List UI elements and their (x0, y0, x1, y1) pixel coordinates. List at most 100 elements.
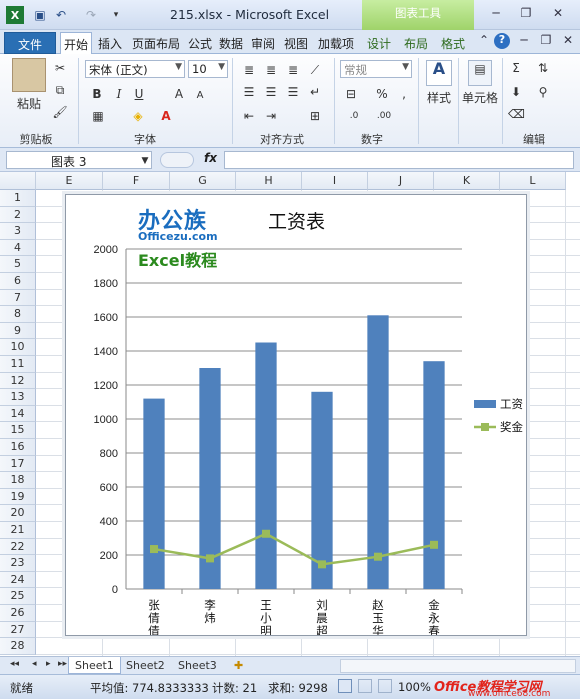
comma-button[interactable]: , (398, 86, 410, 102)
tab-formulas[interactable]: 公式 (186, 32, 214, 54)
row-header-17[interactable]: 17 (0, 455, 36, 473)
sheet-tab-1[interactable]: Sheet1 (68, 657, 121, 674)
row-header-16[interactable]: 16 (0, 439, 36, 456)
fill-color-icon[interactable]: ◈ (130, 108, 146, 124)
shrink-font-button[interactable]: A (194, 88, 206, 104)
column-header-h[interactable]: H (236, 172, 302, 190)
sheet-tab-2[interactable]: Sheet2 (120, 657, 171, 674)
redo-icon[interactable]: ↷ (82, 6, 100, 24)
clear-icon[interactable]: ⌫ (508, 106, 525, 122)
row-header-6[interactable]: 6 (0, 273, 36, 290)
align-bottom-icon[interactable]: ≣ (284, 62, 302, 78)
accounting-format-icon[interactable]: ⊟ (342, 86, 360, 102)
tab-format[interactable]: 格式 (438, 32, 468, 54)
row-header-12[interactable]: 12 (0, 372, 36, 390)
tab-insert[interactable]: 插入 (95, 32, 125, 54)
select-all-corner[interactable] (0, 172, 36, 190)
formula-input[interactable] (224, 151, 574, 169)
save-icon[interactable]: ▣ (32, 6, 48, 24)
paste-button[interactable]: 粘贴 (14, 96, 44, 112)
row-header-13[interactable]: 13 (0, 389, 36, 406)
tab-addins[interactable]: 加载项 (315, 32, 357, 54)
tab-view[interactable]: 视图 (281, 32, 311, 54)
column-header-k[interactable]: K (434, 172, 500, 190)
row-header-28[interactable]: 28 (0, 638, 36, 655)
tab-layout[interactable]: 布局 (401, 32, 431, 54)
tab-file[interactable]: 文件 (4, 32, 56, 54)
excel-app-icon[interactable]: X (6, 6, 24, 24)
copy-icon[interactable]: ⧉ (52, 82, 68, 98)
zoom-level[interactable]: 100% (398, 680, 431, 694)
row-header-26[interactable]: 26 (0, 605, 36, 622)
wrap-text-icon[interactable]: ↵ (306, 84, 324, 100)
row-header-10[interactable]: 10 (0, 339, 36, 356)
borders-icon[interactable]: ▦ (90, 108, 106, 124)
row-header-21[interactable]: 21 (0, 522, 36, 539)
tab-page-layout[interactable]: 页面布局 (129, 32, 183, 54)
fill-icon[interactable]: ⬇ (508, 84, 524, 100)
cells-button[interactable]: 单元格 (460, 90, 500, 106)
row-header-19[interactable]: 19 (0, 488, 36, 506)
column-header-g[interactable]: G (170, 172, 236, 190)
italic-button[interactable]: I (112, 86, 126, 102)
styles-icon[interactable]: A (426, 60, 452, 86)
increase-decimal-icon[interactable]: .0 (344, 108, 364, 124)
font-color-icon[interactable]: A (158, 108, 174, 124)
restore-icon[interactable]: ❐ (516, 6, 536, 24)
bold-button[interactable]: B (90, 86, 104, 102)
row-header-2[interactable]: 2 (0, 206, 36, 224)
row-header-9[interactable]: 9 (0, 322, 36, 340)
font-size-combo[interactable]: 10 ▼ (188, 60, 228, 78)
align-right-icon[interactable]: ☰ (284, 84, 302, 100)
row-header-18[interactable]: 18 (0, 472, 36, 489)
row-header-1[interactable]: 1 (0, 190, 36, 207)
row-header-7[interactable]: 7 (0, 289, 36, 307)
paste-icon[interactable] (12, 58, 46, 92)
row-header-5[interactable]: 5 (0, 256, 36, 273)
underline-button[interactable]: U (132, 86, 146, 102)
styles-button[interactable]: 样式 (424, 90, 454, 106)
row-header-22[interactable]: 22 (0, 538, 36, 556)
insert-sheet-icon[interactable]: ✚ (228, 657, 249, 674)
row-header-3[interactable]: 3 (0, 223, 36, 240)
align-center-icon[interactable]: ☰ (262, 84, 280, 100)
find-select-icon[interactable]: ⚲ (534, 84, 552, 100)
customize-qat-icon[interactable]: ▾ (110, 6, 122, 24)
formula-buttons-toggle[interactable] (160, 152, 194, 168)
autosum-button[interactable]: Σ (508, 60, 524, 76)
doc-minimize-icon[interactable]: ─ (514, 33, 534, 51)
page-layout-view-icon[interactable] (358, 679, 372, 693)
sheet-tab-3[interactable]: Sheet3 (172, 657, 223, 674)
decrease-indent-icon[interactable]: ⇤ (240, 108, 258, 124)
row-header-11[interactable]: 11 (0, 356, 36, 373)
insert-function-icon[interactable]: fx (204, 151, 217, 165)
orientation-icon[interactable]: ⟋ (306, 62, 324, 78)
sort-filter-icon[interactable]: ⇅ (534, 60, 552, 76)
row-header-8[interactable]: 8 (0, 306, 36, 323)
row-header-23[interactable]: 23 (0, 555, 36, 572)
horizontal-scrollbar[interactable] (340, 659, 576, 673)
sheet-nav-first-icon[interactable]: ◂◂ (4, 657, 25, 674)
decrease-decimal-icon[interactable]: .00 (374, 108, 394, 124)
minimize-icon[interactable]: ─ (486, 6, 506, 24)
column-header-f[interactable]: F (103, 172, 170, 190)
tab-design[interactable]: 设计 (364, 32, 394, 54)
align-top-icon[interactable]: ≣ (240, 62, 258, 78)
close-icon[interactable]: ✕ (548, 6, 568, 24)
increase-indent-icon[interactable]: ⇥ (262, 108, 280, 124)
page-break-view-icon[interactable] (378, 679, 392, 693)
number-format-combo[interactable]: 常规 ▼ (340, 60, 412, 78)
grow-font-button[interactable]: A (172, 86, 186, 102)
tab-data[interactable]: 数据 (217, 32, 245, 54)
doc-close-icon[interactable]: ✕ (558, 33, 578, 51)
row-header-24[interactable]: 24 (0, 571, 36, 589)
column-header-l[interactable]: L (500, 172, 566, 190)
doc-restore-icon[interactable]: ❐ (536, 33, 556, 51)
percent-button[interactable]: % (374, 86, 390, 102)
name-box-dropdown-icon[interactable]: ▼ (140, 153, 150, 169)
tab-review[interactable]: 审阅 (249, 32, 277, 54)
format-painter-icon[interactable]: 🖌 (52, 104, 68, 120)
name-box[interactable]: 图表 3 (6, 151, 152, 169)
column-header-j[interactable]: J (368, 172, 434, 190)
column-header-i[interactable]: I (302, 172, 368, 190)
